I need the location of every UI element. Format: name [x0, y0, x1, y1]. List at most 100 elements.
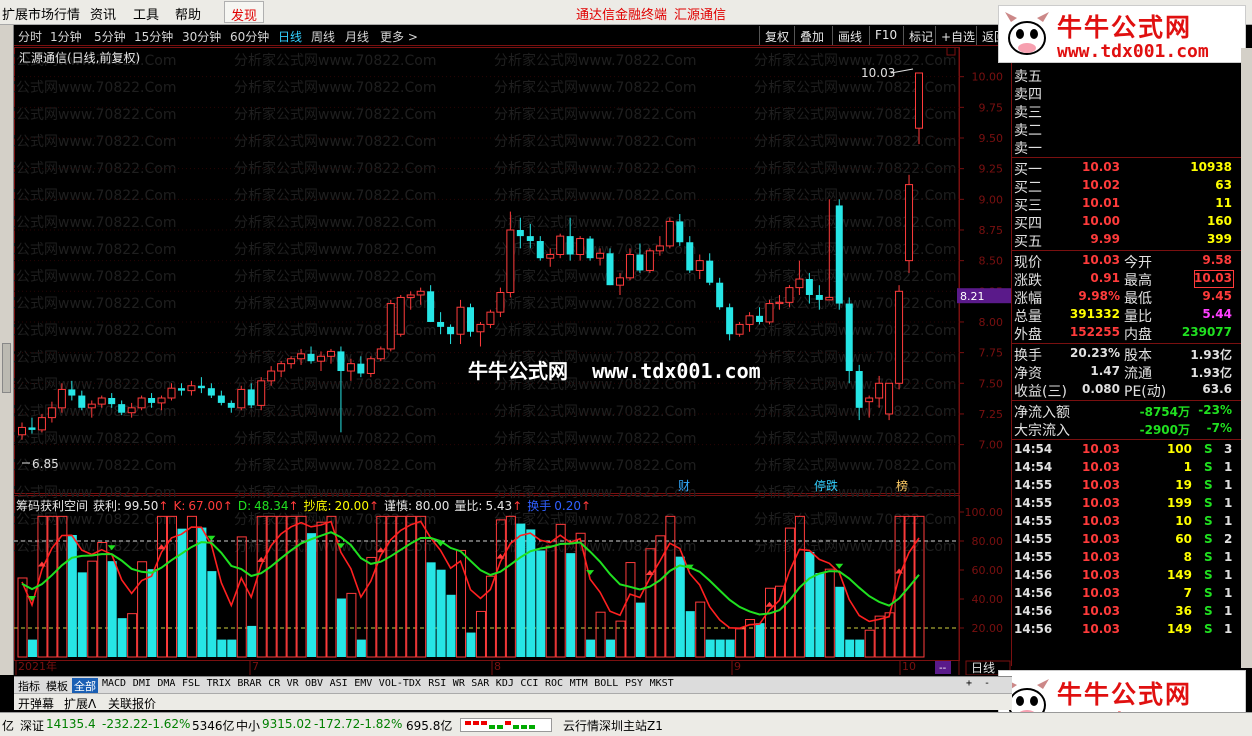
candle-body-up [167, 387, 176, 399]
tick-time: 14:54 [1014, 460, 1053, 474]
menu-discover[interactable]: 发现 [224, 1, 265, 24]
candle-body-up [456, 306, 465, 335]
profit-bar [426, 562, 436, 657]
indicator-tab-4[interactable]: DMI [131, 678, 153, 693]
stat-row: 收益(三) 0.080 PE(动) 63.6 [1012, 381, 1242, 400]
menu-extended-market[interactable]: 扩展市场行情 [2, 4, 80, 23]
indicator-tab-22[interactable]: BOLL [592, 678, 620, 693]
tick-price: 10.03 [1082, 460, 1120, 474]
period-tab-6[interactable]: 日线 [278, 28, 302, 45]
zx-percent: -1.82% [360, 717, 403, 731]
add-indicator-icon[interactable]: + [964, 678, 974, 693]
indicator-tab-14[interactable]: VOL-TDX [377, 678, 423, 693]
indicator-tab-1[interactable]: 模板 [44, 678, 70, 693]
indicator-tab-21[interactable]: MTM [568, 678, 590, 693]
period-tab-4[interactable]: 30分钟 [182, 28, 221, 45]
indicator-tab-24[interactable]: MKST [648, 678, 676, 693]
indicator-tab-17[interactable]: SAR [469, 678, 491, 693]
indicator-tab-3[interactable]: MACD [100, 678, 128, 693]
indicator-tab-8[interactable]: BRAR [235, 678, 263, 693]
candle-body-down [706, 260, 714, 283]
tick-side: S [1204, 478, 1213, 492]
menu-news[interactable]: 资讯 [90, 4, 116, 23]
sell-row[interactable]: 卖四 [1012, 84, 1242, 103]
indicator-tab-23[interactable]: PSY [623, 678, 645, 693]
candle-body-up [665, 220, 674, 247]
tick-row: 14:55 10.03 60 S 2 [1012, 531, 1242, 549]
indicator-tab-0[interactable]: 指标 [16, 678, 42, 693]
server-name[interactable]: 云行情深圳主站Z1 [563, 717, 663, 734]
indicator-tab-10[interactable]: VR [285, 678, 301, 693]
buy-row[interactable]: 买二 10.02 63 [1012, 177, 1242, 196]
buy-row[interactable]: 买一 10.03 10938 [1012, 159, 1242, 178]
candle-body-up [346, 363, 355, 372]
profit-bar [855, 639, 865, 657]
profit-bar [386, 515, 397, 658]
indicator-tab-11[interactable]: OBV [303, 678, 325, 693]
zx-amount: 695.8亿 [406, 719, 453, 733]
watermark: 分析家公式网www.70822.Com [754, 376, 956, 393]
period-tab-5[interactable]: 60分钟 [230, 28, 269, 45]
indicator-tab-20[interactable]: ROC [543, 678, 565, 693]
period-tab-2[interactable]: 5分钟 [94, 28, 126, 45]
indicator-tab-7[interactable]: TRIX [205, 678, 233, 693]
sz-label[interactable]: 深证 [20, 717, 44, 734]
indicator-tab-12[interactable]: ASI [328, 678, 350, 693]
period-tab-9[interactable]: 更多 > [380, 28, 418, 45]
toolbar-button-5[interactable]: +自选 [935, 26, 980, 45]
indicator-tab-15[interactable]: RSI [426, 678, 448, 693]
period-tab-1[interactable]: 1分钟 [50, 28, 82, 45]
toolbar-button-4[interactable]: 标记 [903, 26, 938, 45]
tick-row: 14:55 10.03 199 S 1 [1012, 495, 1242, 513]
period-tab-3[interactable]: 15分钟 [134, 28, 173, 45]
period-tab-8[interactable]: 月线 [345, 28, 369, 45]
remove-indicator-icon[interactable]: - [982, 678, 992, 693]
indicator-tab-6[interactable]: FSL [180, 678, 202, 693]
toolbar-button-2[interactable]: 画线 [832, 26, 867, 45]
buy-row[interactable]: 买五 9.99 399 [1012, 231, 1242, 250]
right-scrollbar[interactable] [1241, 48, 1252, 668]
indicator-tab-5[interactable]: DMA [155, 678, 177, 693]
tick-price: 10.03 [1082, 496, 1120, 510]
menu-help[interactable]: 帮助 [175, 4, 201, 23]
bottom-tab-1[interactable]: 扩展ᐱ [64, 695, 96, 712]
toolbar-button-0[interactable]: 复权 [759, 26, 794, 45]
toolbar-button-1[interactable]: 叠加 [794, 26, 829, 45]
toolbar-button-3[interactable]: F10 [869, 26, 902, 45]
menu-tools[interactable]: 工具 [133, 4, 159, 23]
indicator-name[interactable]: 筹码获利空间 [16, 499, 88, 513]
indicator-tab-18[interactable]: KDJ [494, 678, 516, 693]
bottom-tab-0[interactable]: 开弹幕 [18, 695, 54, 712]
indicator-tab-13[interactable]: EMV [352, 678, 374, 693]
sell-row[interactable]: 卖三 [1012, 102, 1242, 121]
sell-row[interactable]: 卖一 [1012, 138, 1242, 157]
profit-bar [326, 515, 337, 658]
indicator-tab-19[interactable]: CCI [518, 678, 540, 693]
period-tab-7[interactable]: 周线 [311, 28, 335, 45]
indicator-tab-16[interactable]: WR [451, 678, 467, 693]
buy-label: 买二 [1014, 180, 1042, 196]
ind-axis-label: 40.00 [972, 593, 1004, 606]
buy-price: 10.00 [1082, 214, 1120, 228]
period-tab-0[interactable]: 分时 [18, 28, 42, 45]
profit-bar [37, 515, 48, 658]
stat-value: 1.93亿 [1190, 366, 1232, 380]
stat-value: 0.080 [1082, 382, 1120, 396]
left-sidebar[interactable] [0, 25, 14, 675]
up-arrow-icon: ↑ [580, 499, 592, 513]
bottom-tab-2[interactable]: 关联报价 [108, 695, 156, 712]
buy-row[interactable]: 买三 10.01 11 [1012, 195, 1242, 214]
indicator-tab-2[interactable]: 全部 [72, 678, 98, 693]
sell-row[interactable]: 卖二 [1012, 120, 1242, 139]
candle-body-down [427, 291, 435, 322]
sidebar-handle-icon[interactable] [2, 343, 11, 393]
tick-time: 14:55 [1014, 514, 1053, 528]
zx-label[interactable]: 中小 [236, 717, 260, 734]
buy-row[interactable]: 买四 10.00 160 [1012, 213, 1242, 232]
candle-body-up [386, 303, 395, 350]
sell-row[interactable]: 卖五 [1012, 66, 1242, 85]
stat-label: 涨跌 [1014, 273, 1042, 289]
profit-bar [586, 639, 596, 657]
indicator-tab-9[interactable]: CR [266, 678, 282, 693]
profit-bar [396, 515, 407, 658]
